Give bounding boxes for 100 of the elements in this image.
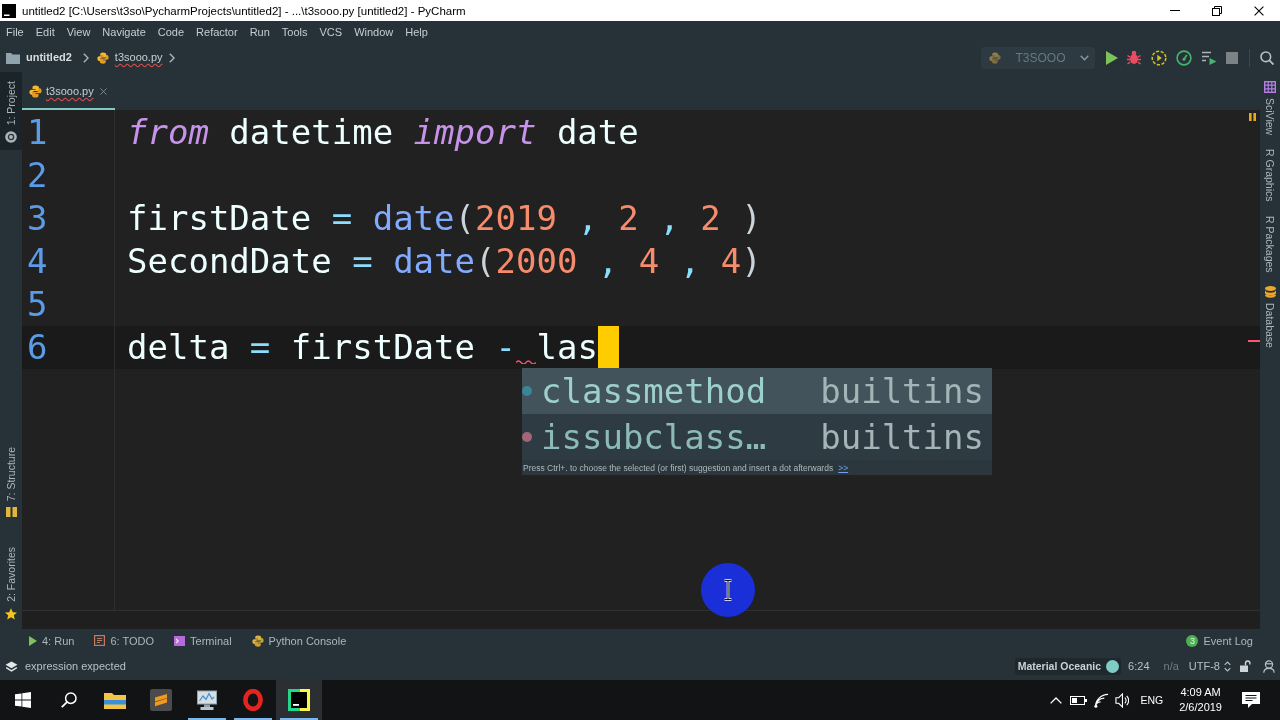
tool-window-button[interactable]: Terminal <box>164 634 242 647</box>
caret-down-icon <box>1079 54 1089 61</box>
python-icon <box>29 84 42 98</box>
list-run-icon[interactable] <box>1201 50 1217 65</box>
theme-switcher[interactable]: Material Oceanic <box>1014 657 1122 675</box>
star-icon <box>5 608 17 620</box>
line-number: 2 <box>27 155 48 195</box>
line-number: 6 <box>27 327 48 367</box>
file-encoding-button[interactable]: UTF-8 <box>1188 660 1231 672</box>
menu-item[interactable]: Help <box>399 21 434 43</box>
folder-icon[interactable] <box>104 691 126 709</box>
windows-start-icon[interactable] <box>15 692 31 708</box>
menu-item[interactable]: Code <box>151 21 191 43</box>
tool-window-tab[interactable]: Database <box>1260 285 1280 350</box>
tool-window-tab[interactable]: SciView <box>1260 80 1280 137</box>
completion-hint: Press Ctrl+. to choose the selected (or first) suggestion and insert a dot afterwards <box>523 462 834 473</box>
cursor-highlight-icon <box>701 563 755 617</box>
code-line: SecondDate = date(2000 , 4 , 4) <box>127 240 762 283</box>
completion-item[interactable]: classmethod builtins <box>522 368 992 414</box>
line-number: 3 <box>27 198 48 238</box>
event-log-button[interactable]: 3 Event Log <box>1176 634 1263 647</box>
gauge-icon[interactable] <box>1176 49 1192 66</box>
coverage-icon[interactable] <box>1150 49 1167 66</box>
hint-link[interactable]: >> <box>838 462 849 473</box>
class-kind-icon <box>522 386 532 396</box>
search-icon[interactable] <box>61 692 77 708</box>
circle-badge-icon[interactable] <box>5 131 17 144</box>
wifi-icon[interactable] <box>1093 692 1109 708</box>
app-logo-icon[interactable] <box>288 689 310 711</box>
taskbar-button[interactable] <box>276 680 322 720</box>
code-line: from datetime import date <box>127 111 639 154</box>
stripes-app-icon[interactable] <box>150 689 172 711</box>
line-number: 5 <box>27 284 48 324</box>
menu-item[interactable]: Run <box>243 21 276 43</box>
menu-item[interactable]: Edit <box>29 21 61 43</box>
breadcrumb-item[interactable]: untitled2 <box>26 47 72 68</box>
grid-icon <box>5 507 17 518</box>
notification-icon[interactable] <box>1242 692 1260 708</box>
tool-window-button[interactable]: 6: TODO <box>84 634 165 647</box>
line-number: 4 <box>27 241 48 281</box>
monitor-chart-icon[interactable] <box>196 690 218 710</box>
menu-item[interactable]: File <box>0 21 30 43</box>
debug-icon[interactable] <box>1127 50 1141 65</box>
completion-name: issubclass… <box>541 416 768 459</box>
running-indicator <box>188 718 226 720</box>
completion-source: builtins <box>820 416 984 459</box>
line-number: 1 <box>27 112 48 152</box>
tool-window-button[interactable]: 4: Run <box>19 634 85 647</box>
tool-window-button[interactable]: Python Console <box>241 634 357 647</box>
search-icon[interactable] <box>1260 50 1274 65</box>
run-icon <box>29 635 37 646</box>
checklist-icon <box>94 635 106 646</box>
close-icon[interactable] <box>1254 5 1264 16</box>
stop-icon[interactable] <box>1226 51 1238 64</box>
pause-icon[interactable] <box>1249 113 1256 121</box>
restore-icon[interactable] <box>1212 5 1222 16</box>
running-indicator <box>234 718 272 720</box>
tool-window-tab[interactable]: 2: Favorites <box>0 538 22 629</box>
function-kind-icon <box>522 432 532 442</box>
run-icon[interactable] <box>1105 50 1118 65</box>
menu-item[interactable]: Refactor <box>190 21 244 43</box>
database-icon <box>1264 286 1276 299</box>
up-down-arrows-icon <box>1224 660 1231 672</box>
terminal-icon <box>174 635 186 646</box>
completion-name: classmethod <box>541 370 768 413</box>
menu-item[interactable]: Navigate <box>96 21 152 43</box>
person-icon[interactable] <box>1263 659 1275 673</box>
menu-item[interactable]: View <box>60 21 97 43</box>
language-indicator[interactable]: ENG <box>1140 694 1164 706</box>
tool-window-tab[interactable]: R Graphics <box>1260 148 1280 203</box>
menu-item[interactable]: Window <box>348 21 400 43</box>
code-line: delta = firstDate - las <box>127 326 598 369</box>
completion-source: builtins <box>820 370 984 413</box>
speaker-icon[interactable] <box>1115 692 1130 708</box>
tool-window-tab[interactable]: 1: Project <box>0 72 22 151</box>
breadcrumb-item[interactable]: t3sooo.py <box>114 47 163 68</box>
status-message: expression expected <box>25 660 126 672</box>
code-line: firstDate = date(2019 , 2 , 2 ) <box>127 197 762 240</box>
clock-date[interactable]: 2/6/2019 <box>1179 700 1222 715</box>
menu-item[interactable]: Tools <box>275 21 314 43</box>
open-lock-icon[interactable] <box>1240 660 1251 672</box>
python-icon <box>251 634 264 647</box>
layers-icon[interactable] <box>4 660 18 672</box>
window-title: untitled2 [C:\Users\t3so\PycharmProjects\untitled2] - ...\t3sooo.py [untitled2] - PyCharm <box>22 4 467 17</box>
menu-item[interactable]: VCS <box>313 21 349 43</box>
chevron-right-icon <box>82 52 89 63</box>
folder-icon[interactable] <box>6 51 20 64</box>
ring-icon[interactable] <box>243 689 263 711</box>
tool-window-tab[interactable]: 7: Structure <box>0 437 22 525</box>
python-icon[interactable] <box>96 51 109 64</box>
caret-position[interactable]: 6:24 <box>1128 660 1150 672</box>
completion-item[interactable]: issubclass… builtins <box>522 414 992 460</box>
count-badge: 3 <box>1186 634 1199 647</box>
chevron-right-icon <box>168 52 175 63</box>
tool-window-tab[interactable]: R Packages <box>1260 214 1280 274</box>
clock-time[interactable]: 4:09 AM <box>1180 685 1221 700</box>
editor-tab[interactable]: t3sooo.py <box>22 72 115 110</box>
battery-icon[interactable] <box>1069 695 1087 705</box>
chevron-up-icon[interactable] <box>1050 696 1063 704</box>
running-indicator <box>280 718 318 720</box>
